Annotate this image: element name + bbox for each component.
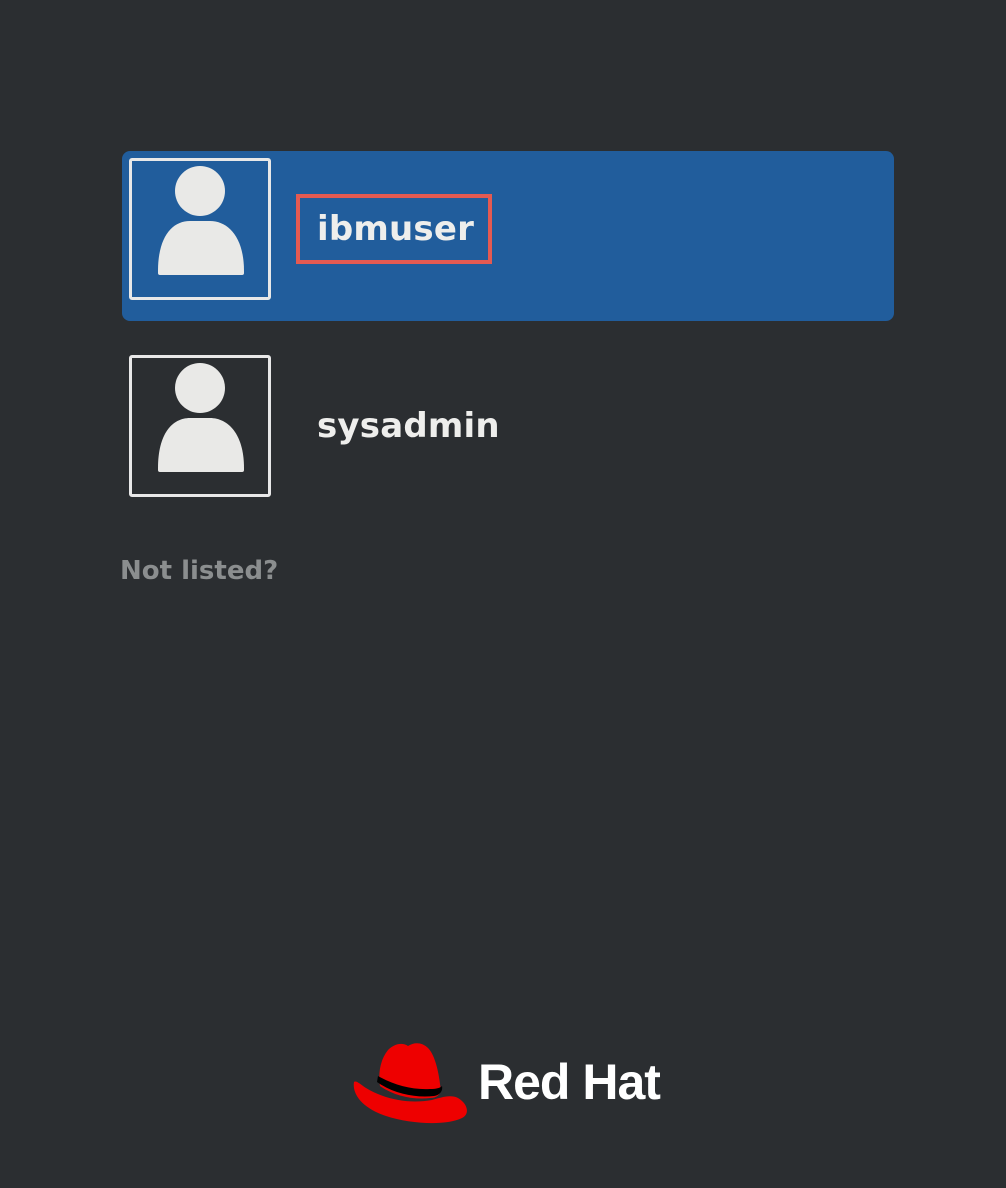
user-row-ibmuser[interactable]: ibmuser — [122, 151, 894, 321]
not-listed-link[interactable]: Not listed? — [120, 556, 278, 586]
user-name: ibmuser — [317, 209, 475, 249]
user-name: sysadmin — [317, 406, 500, 446]
user-avatar-icon — [158, 363, 244, 472]
logo-text: Red Hat — [478, 1054, 661, 1110]
red-hat-fedora-icon — [353, 1043, 467, 1124]
user-avatar-icon — [158, 166, 244, 275]
avatar — [129, 355, 271, 497]
user-row-sysadmin[interactable]: sysadmin — [122, 348, 894, 518]
user-list: ibmuser sysadmin — [122, 151, 894, 545]
avatar — [129, 158, 271, 300]
red-hat-logo: Red Hat — [350, 1038, 661, 1126]
